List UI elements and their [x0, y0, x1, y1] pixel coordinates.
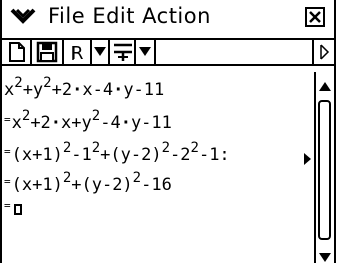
main-editor[interactable]: x2+y2+2·x-4·y-11 =x2+2·x+y2-4·y-11 =(x+1… — [2, 72, 312, 263]
scroll-right-icon[interactable] — [312, 40, 336, 64]
fraction-input-icon[interactable] — [110, 40, 136, 64]
vertical-scrollbar[interactable] — [314, 72, 334, 263]
math-line-3[interactable]: =(x+1)2-12+(y-2)2-22-1: — [4, 141, 230, 165]
close-icon[interactable] — [305, 7, 325, 27]
menu-bar: File Edit Action — [2, 0, 336, 34]
scroll-down-arrow-icon[interactable] — [318, 248, 332, 267]
scroll-up-arrow-icon[interactable] — [318, 78, 332, 97]
input-cursor-box[interactable] — [13, 204, 22, 215]
calculator-screen: File Edit Action R x2+y2+2·x-4·y-11 =x2+… — [0, 0, 336, 263]
dropdown-arrow-icon[interactable] — [136, 40, 156, 64]
math-line-5[interactable]: = — [4, 196, 22, 219]
toolbar: R — [2, 38, 336, 66]
line-continues-right-icon — [304, 150, 312, 169]
R-icon[interactable]: R — [64, 40, 92, 64]
scrollbar-thumb[interactable] — [318, 100, 331, 240]
math-line-1[interactable]: x2+y2+2·x-4·y-11 — [4, 76, 164, 100]
save-icon[interactable] — [32, 40, 64, 64]
math-line-4[interactable]: =(x+1)2+(y-2)2-16 — [4, 171, 172, 195]
menu-labels[interactable]: File Edit Action — [48, 4, 211, 28]
dropdown-arrow-icon[interactable] — [92, 40, 110, 64]
math-line-2[interactable]: =x2+2·x+y2-4·y-11 — [4, 109, 172, 133]
new-document-icon[interactable] — [2, 40, 32, 64]
menu-down-arrow-icon[interactable] — [10, 6, 36, 26]
